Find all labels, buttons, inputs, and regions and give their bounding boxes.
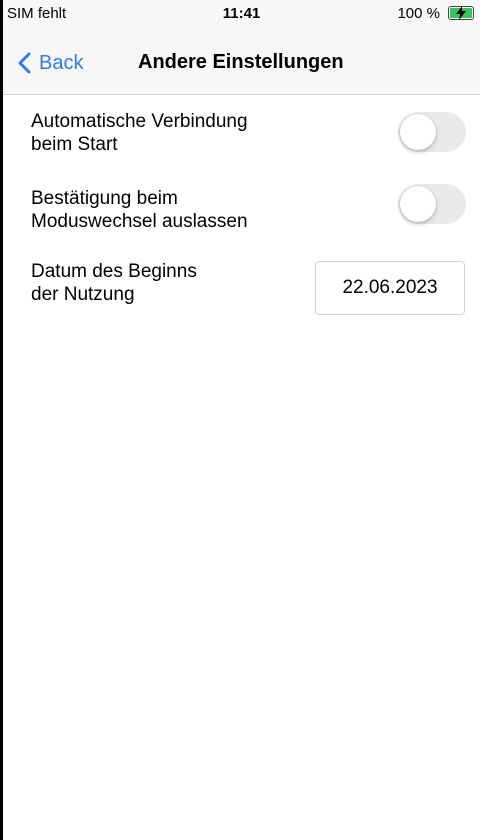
toggle-knob <box>400 114 436 150</box>
auto-connect-label-line2: beim Start <box>31 134 118 155</box>
toggle-knob <box>400 186 436 222</box>
setting-row-start-date: Datum des Beginns der Nutzung 22.06.2023 <box>31 260 471 315</box>
phone-screen: SIM fehlt 11:41 100 % Back Andere Einste… <box>3 0 480 840</box>
start-date-label-line1: Datum des Beginns <box>31 261 197 282</box>
auto-connect-label-line1: Automatische Verbindung <box>31 111 248 132</box>
skip-confirm-label-line2: Moduswechsel auslassen <box>31 211 248 232</box>
skip-confirm-label: Bestätigung beim Moduswechsel auslassen <box>31 187 331 233</box>
auto-connect-toggle[interactable] <box>398 112 466 152</box>
auto-connect-label: Automatische Verbindung beim Start <box>31 110 331 156</box>
back-label: Back <box>39 51 84 74</box>
start-date-label-line2: der Nutzung <box>31 284 135 305</box>
page-title: Andere Einstellungen <box>138 51 344 73</box>
setting-row-skip-confirm: Bestätigung beim Moduswechsel auslassen <box>31 184 471 233</box>
chevron-left-icon <box>18 52 31 74</box>
navigation-bar: Back Andere Einstellungen <box>3 28 480 95</box>
status-bar: SIM fehlt 11:41 100 % <box>3 0 480 28</box>
setting-row-auto-connect: Automatische Verbindung beim Start <box>31 110 471 156</box>
battery-charging-icon <box>448 6 474 20</box>
start-date-field[interactable]: 22.06.2023 <box>315 261 465 315</box>
start-date-label: Datum des Beginns der Nutzung <box>31 260 331 306</box>
battery-percentage: 100 % <box>397 5 440 22</box>
back-button[interactable]: Back <box>17 48 83 78</box>
skip-confirm-toggle[interactable] <box>398 184 466 224</box>
skip-confirm-label-line1: Bestätigung beim <box>31 188 178 209</box>
